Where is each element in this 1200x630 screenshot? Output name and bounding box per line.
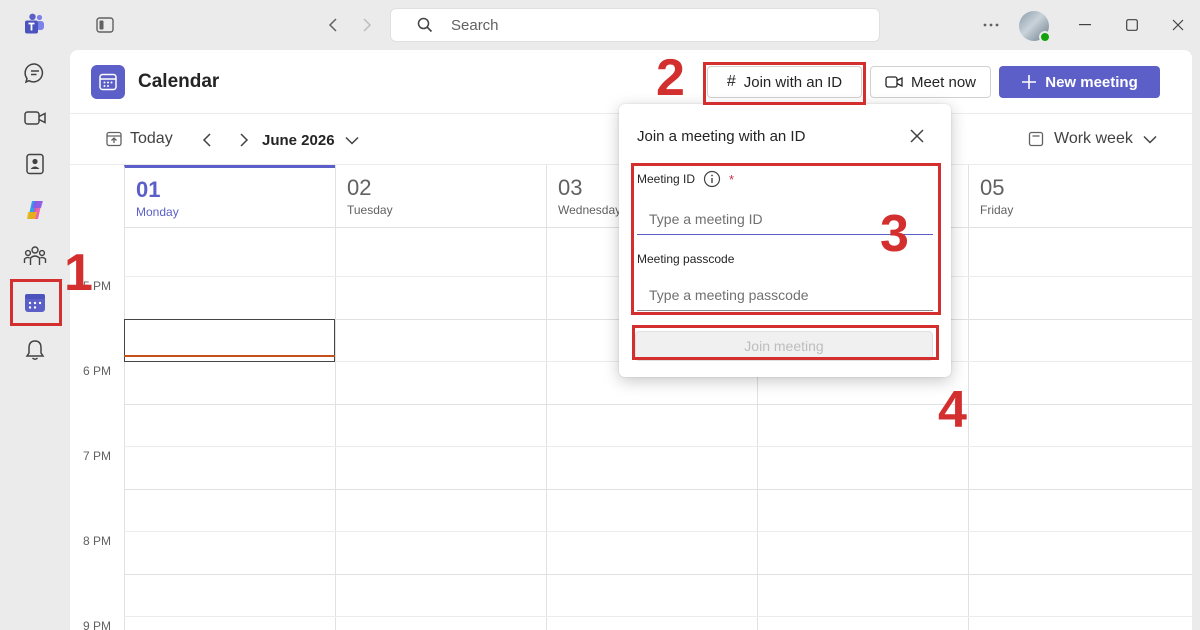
today-button[interactable]: Today bbox=[106, 130, 173, 148]
annotation-number: 4 bbox=[938, 381, 967, 439]
dialog-title: Join a meeting with an ID bbox=[637, 128, 806, 145]
forward-arrow-icon[interactable] bbox=[352, 10, 382, 40]
hour-line bbox=[124, 489, 1192, 490]
chevron-down-icon bbox=[345, 136, 359, 145]
time-label: 6 PM bbox=[83, 364, 112, 378]
day-header-02[interactable]: 02 Tuesday bbox=[335, 165, 546, 228]
calendar-today-icon bbox=[106, 131, 122, 147]
day-header-01[interactable]: 01 Monday bbox=[124, 165, 335, 228]
search-placeholder: Search bbox=[451, 16, 499, 34]
hour-line bbox=[124, 574, 1192, 575]
activity-bell-icon[interactable] bbox=[20, 335, 50, 365]
annotation-box-join-button bbox=[632, 325, 939, 360]
meet-video-icon[interactable] bbox=[20, 103, 50, 133]
search-icon bbox=[417, 17, 433, 33]
communities-icon[interactable] bbox=[20, 241, 50, 271]
page-title: Calendar bbox=[138, 71, 220, 92]
time-label: 7 PM bbox=[83, 449, 112, 463]
plus-icon bbox=[1022, 75, 1037, 89]
day-column-divider bbox=[335, 228, 336, 630]
meet-now-label: Meet now bbox=[910, 73, 977, 91]
month-picker[interactable]: June 2026 bbox=[262, 132, 359, 149]
current-time-line bbox=[124, 355, 335, 357]
day-number: 05 bbox=[980, 175, 1005, 200]
hour-line bbox=[124, 404, 1192, 405]
meet-now-button[interactable]: Meet now bbox=[870, 66, 991, 98]
half-hour-line bbox=[124, 531, 1192, 532]
day-name: Friday bbox=[980, 203, 1014, 217]
view-picker[interactable]: Work week bbox=[1028, 130, 1157, 148]
day-name: Tuesday bbox=[347, 203, 393, 217]
time-label: 8 PM bbox=[83, 534, 112, 548]
next-week-icon[interactable] bbox=[232, 128, 256, 152]
avatar[interactable] bbox=[1019, 11, 1051, 43]
view-label: Work week bbox=[1054, 130, 1133, 147]
new-meeting-button[interactable]: New meeting bbox=[999, 66, 1160, 98]
minimize-icon[interactable] bbox=[1070, 10, 1100, 40]
view-icon bbox=[1028, 131, 1044, 147]
contacts-icon[interactable] bbox=[20, 149, 50, 179]
today-label: Today bbox=[130, 130, 173, 147]
video-camera-icon bbox=[885, 76, 903, 88]
day-number: 01 bbox=[136, 177, 161, 202]
half-hour-line bbox=[124, 446, 1192, 447]
day-name: Monday bbox=[136, 205, 179, 219]
annotation-number: 1 bbox=[64, 244, 93, 302]
new-meeting-label: New meeting bbox=[1045, 73, 1138, 91]
back-arrow-icon[interactable] bbox=[318, 10, 348, 40]
calendar-app-icon bbox=[91, 65, 125, 99]
month-label: June 2026 bbox=[262, 132, 335, 149]
chat-icon[interactable] bbox=[20, 58, 50, 88]
maximize-icon[interactable] bbox=[1117, 10, 1147, 40]
previous-week-icon[interactable] bbox=[195, 128, 219, 152]
annotation-box-calendar bbox=[10, 279, 62, 326]
sidebar-toggle-icon[interactable] bbox=[90, 10, 120, 40]
close-window-icon[interactable] bbox=[1163, 10, 1193, 40]
annotation-number: 2 bbox=[656, 49, 685, 107]
annotation-number: 3 bbox=[880, 205, 909, 263]
day-column-divider bbox=[124, 228, 125, 630]
day-header-05[interactable]: 05 Friday bbox=[968, 165, 1192, 228]
day-column-divider bbox=[968, 228, 969, 630]
day-number: 02 bbox=[347, 175, 372, 200]
annotation-box-join-id bbox=[703, 62, 866, 105]
more-options-icon[interactable] bbox=[976, 10, 1006, 40]
copilot-icon[interactable] bbox=[20, 195, 50, 225]
day-column-divider bbox=[546, 228, 547, 630]
search-box[interactable]: Search bbox=[390, 8, 880, 42]
close-icon[interactable] bbox=[905, 124, 929, 148]
teams-logo-icon[interactable] bbox=[20, 9, 50, 39]
half-hour-line bbox=[124, 616, 1192, 617]
chevron-down-icon bbox=[1143, 135, 1157, 144]
presence-available-icon bbox=[1039, 31, 1051, 43]
title-bar: Search bbox=[0, 0, 1200, 50]
time-label: 9 PM bbox=[83, 619, 112, 630]
